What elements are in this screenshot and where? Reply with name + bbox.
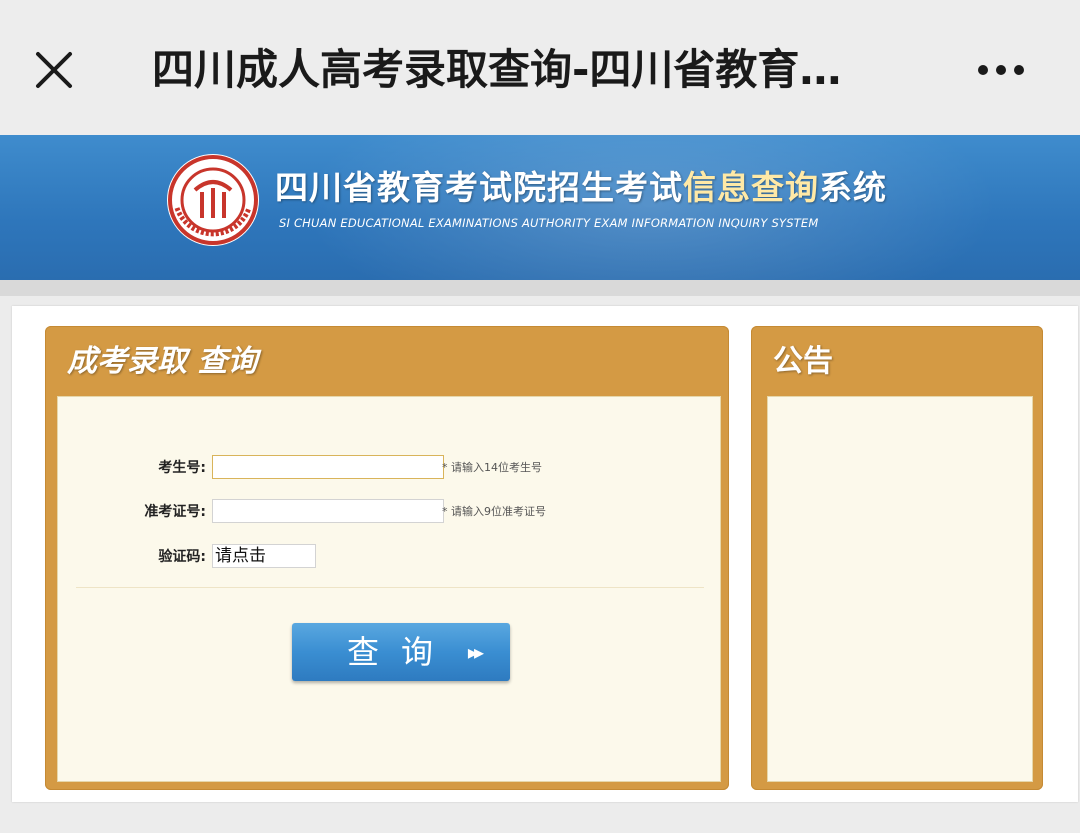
exam-number-input[interactable] [212, 455, 444, 479]
query-panel-title: 成考录取 查询 [67, 344, 258, 379]
exam-number-row: 考生号: * 请输入14位考生号 [58, 455, 720, 481]
captcha-label: 验证码: [158, 549, 206, 565]
site-subtitle: SI CHUAN EDUCATIONAL EXAMINATIONS AUTHOR… [279, 216, 819, 230]
captcha-row: 验证码: 请点击 [58, 544, 720, 570]
query-panel: 成考录取 查询 考生号: * 请输入14位考生号 准考证号: * 请输入9位准考… [45, 326, 729, 790]
form-divider [76, 587, 704, 588]
double-chevron-right-icon: ▸▸ [467, 640, 484, 664]
notice-content [767, 396, 1033, 782]
admission-ticket-hint: * 请输入9位准考证号 [442, 505, 546, 518]
notice-panel: 公告 [751, 326, 1043, 790]
page-title: 四川成人高考录取查询-四川省教育… [152, 45, 842, 94]
query-button[interactable]: 查询 ▸▸ [292, 623, 510, 681]
captcha-field[interactable]: 请点击 [212, 544, 316, 568]
admission-ticket-label: 准考证号: [144, 504, 206, 520]
exam-number-hint: * 请输入14位考生号 [442, 461, 542, 474]
seal-logo-icon [165, 152, 261, 248]
close-icon[interactable] [32, 48, 76, 92]
query-button-label: 查询 [346, 633, 455, 671]
site-title: 四川省教育考试院招生考试信息查询系统 [275, 168, 887, 207]
admission-ticket-input[interactable] [212, 499, 444, 523]
query-form: 考生号: * 请输入14位考生号 准考证号: * 请输入9位准考证号 验证码: … [57, 396, 721, 782]
notice-panel-title: 公告 [773, 344, 833, 379]
admission-ticket-row: 准考证号: * 请输入9位准考证号 [58, 499, 720, 525]
browser-toolbar: 四川成人高考录取查询-四川省教育… [0, 0, 1080, 135]
exam-number-label: 考生号: [158, 460, 206, 476]
site-banner: 四川省教育考试院招生考试信息查询系统 SI CHUAN EDUCATIONAL … [0, 135, 1080, 280]
divider [0, 280, 1080, 296]
more-icon[interactable] [978, 60, 1034, 80]
